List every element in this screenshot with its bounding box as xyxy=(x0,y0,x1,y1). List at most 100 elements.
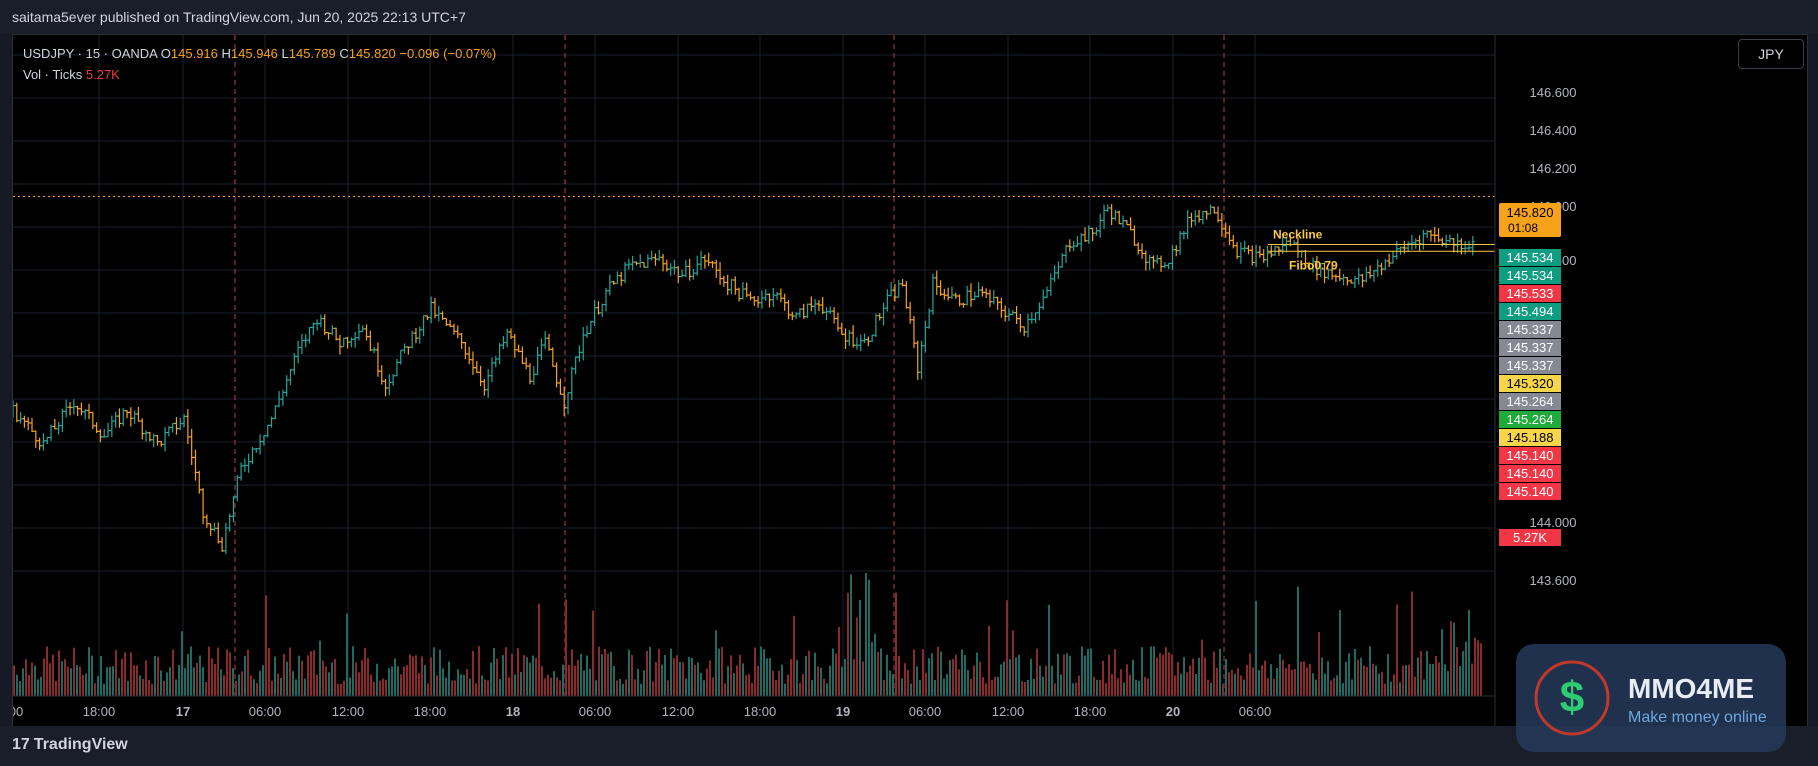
volume-row: Vol · Ticks 5.27K xyxy=(23,64,496,85)
volume-bar xyxy=(310,651,312,696)
volume-bar xyxy=(391,666,393,696)
symbol-label[interactable]: USDJPY · 15 · OANDA xyxy=(23,46,157,61)
volume-bar xyxy=(643,670,645,696)
volume-bar xyxy=(1171,654,1173,696)
volume-bar xyxy=(1228,672,1230,696)
y-tick-label: 146.600 xyxy=(1530,85,1577,100)
low-label: L xyxy=(281,46,289,61)
volume-bar xyxy=(1138,680,1140,696)
volume-bar xyxy=(337,683,339,696)
x-tick-label: 19 xyxy=(836,704,850,719)
volume-bar xyxy=(535,657,537,696)
y-tick-label: 144.000 xyxy=(1530,515,1577,530)
volume-bar xyxy=(760,646,762,696)
x-tick-label: 12:00 xyxy=(13,704,23,719)
volume-bar xyxy=(1438,662,1440,696)
volume-bar xyxy=(109,666,111,696)
x-tick-label: 06:00 xyxy=(909,704,942,719)
volume-bar xyxy=(1174,675,1176,696)
volume-bar xyxy=(586,655,588,696)
volume-bar xyxy=(97,675,99,696)
volume-bar xyxy=(1423,679,1425,696)
volume-bar xyxy=(454,680,456,696)
volume-bar xyxy=(79,666,81,696)
volume-bar xyxy=(1141,647,1143,696)
chart-area[interactable]: NecklineFibo0.79146.600146.400146.200146… xyxy=(12,34,1808,727)
volume-bar xyxy=(955,654,957,696)
volume-bar xyxy=(244,655,246,696)
volume-bar xyxy=(199,655,201,696)
volume-bar xyxy=(1198,657,1200,696)
volume-bar xyxy=(31,662,33,696)
volume-bar xyxy=(1078,675,1080,696)
volume-label[interactable]: Vol · Ticks xyxy=(23,67,82,82)
volume-bar xyxy=(1018,654,1020,696)
volume-bar xyxy=(1285,668,1287,696)
volume-bar xyxy=(781,664,783,696)
volume-bar xyxy=(1108,654,1110,696)
volume-bar xyxy=(514,674,516,696)
tradingview-logo[interactable]: 17 TradingView xyxy=(12,736,128,754)
volume-bar xyxy=(991,679,993,696)
volume-bar xyxy=(1450,621,1452,696)
volume-bar xyxy=(922,649,924,696)
volume-bar xyxy=(565,599,567,696)
volume-bar xyxy=(634,679,636,696)
volume-bar xyxy=(340,683,342,696)
volume-bar xyxy=(952,658,954,696)
volume-bar xyxy=(352,646,354,696)
volume-bar xyxy=(919,679,921,696)
volume-bar xyxy=(1084,655,1086,696)
volume-bar xyxy=(541,666,543,696)
volume-bar xyxy=(46,646,48,696)
high-label: H xyxy=(221,46,231,61)
volume-bar xyxy=(256,682,258,696)
volume-bar xyxy=(1030,658,1032,696)
volume-bar xyxy=(799,682,801,696)
volume-bar xyxy=(868,579,870,696)
currency-button[interactable]: JPY xyxy=(1738,39,1804,69)
volume-bar xyxy=(1465,641,1467,696)
price-chart[interactable]: NecklineFibo0.79146.600146.400146.200146… xyxy=(13,35,1807,726)
volume-bar xyxy=(661,664,663,696)
volume-bar xyxy=(304,678,306,696)
volume-bar xyxy=(1255,601,1257,696)
volume-bar xyxy=(1321,657,1323,696)
volume-bar xyxy=(139,675,141,696)
volume-bar xyxy=(793,615,795,696)
volume-bar xyxy=(1009,659,1011,696)
volume-bar xyxy=(976,652,978,696)
volume-bar xyxy=(1333,677,1335,696)
volume-bar xyxy=(94,683,96,696)
volume-bar xyxy=(112,666,114,696)
volume-bar xyxy=(295,679,297,696)
volume-bar xyxy=(1096,679,1098,696)
volume-bar xyxy=(517,647,519,696)
volume-bar xyxy=(1405,665,1407,696)
volume-bar xyxy=(1336,675,1338,696)
volume-bar xyxy=(898,655,900,696)
volume-bar xyxy=(979,661,981,696)
volume-bar xyxy=(262,665,264,696)
price-label: 145.188 xyxy=(1507,430,1554,445)
volume-bar xyxy=(124,652,126,696)
x-tick-label: 18:00 xyxy=(414,704,447,719)
volume-bar xyxy=(427,683,429,696)
volume-bar xyxy=(154,655,156,696)
volume-bar xyxy=(673,658,675,696)
volume-bar xyxy=(487,680,489,696)
volume-bar xyxy=(1102,660,1104,696)
watermark-tagline: Make money online xyxy=(1628,709,1767,726)
volume-bar xyxy=(1213,651,1215,696)
price-label: 145.337 xyxy=(1507,340,1554,355)
volume-bar xyxy=(1150,646,1152,696)
volume-bar xyxy=(1048,604,1050,696)
volume-bar xyxy=(121,658,123,696)
volume-bar xyxy=(853,659,855,696)
volume-bar xyxy=(646,650,648,696)
volume-bar xyxy=(1153,646,1155,696)
volume-bar xyxy=(1003,661,1005,696)
volume-bar xyxy=(193,667,195,696)
volume-bar xyxy=(1345,661,1347,696)
volume-bar xyxy=(232,668,234,696)
